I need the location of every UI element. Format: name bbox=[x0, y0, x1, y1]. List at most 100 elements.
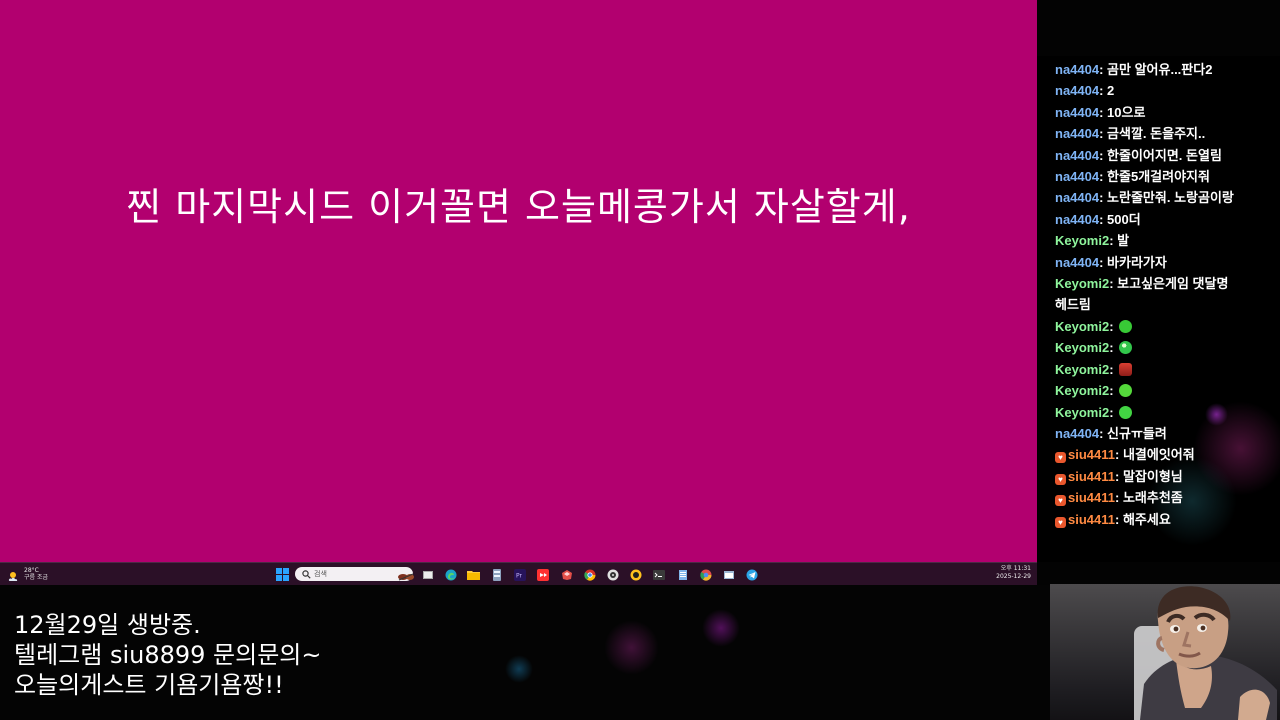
chat-username[interactable]: na4404 bbox=[1055, 105, 1099, 120]
green-emoji-icon bbox=[1119, 319, 1133, 333]
webcam-feed bbox=[1050, 584, 1280, 720]
window-icon[interactable] bbox=[720, 566, 737, 583]
chat-username[interactable]: na4404 bbox=[1055, 126, 1099, 141]
chat-username[interactable]: na4404 bbox=[1055, 190, 1099, 205]
chat-message: na4404: 2 bbox=[1055, 83, 1115, 99]
chat-username[interactable]: Keyomi2 bbox=[1055, 319, 1109, 334]
chat-username[interactable]: siu4411 bbox=[1068, 469, 1115, 484]
chat-message: ♥ siu4411: 해주세요 bbox=[1055, 509, 1263, 530]
chat-message: Keyomi2: bbox=[1055, 316, 1263, 337]
widgets-icon[interactable] bbox=[419, 566, 436, 583]
chat-username[interactable]: na4404 bbox=[1055, 426, 1099, 441]
taskbar-search-input[interactable]: 검색 bbox=[295, 567, 414, 581]
chat-message: na4404: 금색깔. 돈을주지.. bbox=[1055, 126, 1206, 142]
chat-message-list: na4404: 곰만 알어유...판다2 na4404: 2 na4404: 1… bbox=[1055, 59, 1263, 530]
chat-message: ♥ siu4411: 내결에잇어줘 bbox=[1055, 444, 1263, 465]
browser-icon[interactable] bbox=[697, 566, 714, 583]
weather-cloud-sun-icon bbox=[8, 568, 20, 581]
live-chat: na4404: 곰만 알어유...판다2 na4404: 2 na4404: 1… bbox=[1037, 56, 1280, 562]
chat-username[interactable]: na4404 bbox=[1055, 83, 1099, 98]
svg-text:Pr: Pr bbox=[516, 572, 523, 579]
chat-text: 10으로 bbox=[1107, 104, 1146, 120]
green-smile-emoji-icon bbox=[1119, 384, 1133, 398]
caption-line-date: 12월29일 생방중. bbox=[14, 611, 201, 639]
chat-message: ♥ siu4411: 말잡이형님 bbox=[1055, 466, 1263, 487]
app-icon[interactable] bbox=[627, 566, 644, 583]
chrome-icon[interactable] bbox=[581, 566, 598, 583]
chat-text: 한줄이어지면. 돈열림 bbox=[1107, 147, 1222, 163]
subscriber-badge-icon: ♥ bbox=[1055, 452, 1066, 464]
chat-text: 곰만 알어유...판다2 bbox=[1107, 62, 1213, 77]
chat-text: 해주세요 bbox=[1122, 511, 1171, 527]
chat-username[interactable]: Keyomi2 bbox=[1055, 276, 1109, 291]
chat-username[interactable]: siu4411 bbox=[1068, 490, 1115, 505]
chat-message: Keyomi2: 발 bbox=[1055, 233, 1130, 249]
chat-username[interactable]: siu4411 bbox=[1068, 512, 1115, 527]
search-icon bbox=[302, 570, 311, 579]
chat-message: Keyomi2: bbox=[1055, 337, 1263, 358]
game-icon[interactable] bbox=[558, 566, 575, 583]
weather-widget[interactable]: 28°C 구름 조금 bbox=[8, 566, 48, 582]
chat-message: na4404: 바카라가자 bbox=[1055, 254, 1167, 270]
app-icon[interactable] bbox=[488, 566, 505, 583]
chat-username[interactable]: Keyomi2 bbox=[1055, 362, 1109, 377]
chat-text: 노래추천좀 bbox=[1122, 490, 1183, 506]
chat-username[interactable]: na4404 bbox=[1055, 169, 1099, 184]
green-grin-emoji-icon bbox=[1119, 405, 1133, 419]
bokeh-light bbox=[702, 609, 740, 647]
chat-message: na4404: 한줄5개걸려야지줘 bbox=[1055, 169, 1210, 185]
chat-username[interactable]: na4404 bbox=[1055, 148, 1099, 163]
stream-layout: 찐 마지막시드 이거꼴면 오늘메콩가서 자살할게, 28°C 구름 조금 검색 … bbox=[0, 0, 1280, 720]
subscriber-badge-icon: ♥ bbox=[1055, 495, 1066, 507]
search-placeholder: 검색 bbox=[314, 570, 327, 578]
chat-message: na4404: 신규ㅠ들려 bbox=[1055, 425, 1167, 441]
chat-username[interactable]: na4404 bbox=[1055, 212, 1099, 227]
chat-message: Keyomi2: bbox=[1055, 359, 1263, 380]
bokeh-light bbox=[604, 620, 659, 675]
chat-message: na4404: 한줄이어지면. 돈열림 bbox=[1055, 147, 1222, 163]
premiere-icon[interactable]: Pr bbox=[511, 566, 528, 583]
chat-message: na4404: 500더 bbox=[1055, 211, 1141, 227]
chat-username[interactable]: na4404 bbox=[1055, 62, 1099, 77]
notes-icon[interactable] bbox=[674, 566, 691, 583]
streamer-avatar bbox=[1140, 586, 1277, 720]
chat-message: na4404: 10으로 bbox=[1055, 104, 1146, 120]
chat-username[interactable]: Keyomi2 bbox=[1055, 405, 1109, 420]
telegram-icon[interactable] bbox=[743, 566, 760, 583]
chat-text: 바카라가자 bbox=[1107, 254, 1167, 270]
weather-temperature: 28°C bbox=[24, 567, 39, 574]
weather-text: 28°C 구름 조금 bbox=[24, 567, 48, 581]
windows-taskbar: 28°C 구름 조금 검색 Pr 오후 11:31 2025-12-29 bbox=[0, 562, 1037, 585]
file-explorer-icon[interactable] bbox=[465, 566, 482, 583]
media-icon[interactable] bbox=[604, 566, 621, 583]
terminal-icon[interactable] bbox=[650, 566, 667, 583]
edge-icon[interactable] bbox=[442, 566, 459, 583]
streaming-app-icon[interactable] bbox=[534, 566, 551, 583]
chat-username[interactable]: Keyomi2 bbox=[1055, 340, 1109, 355]
caption-line-contact: 텔레그램 siu8899 문의문의~ bbox=[14, 641, 322, 669]
screen-message: 찐 마지막시드 이거꼴면 오늘메콩가서 자살할게, bbox=[126, 185, 911, 229]
clock-date: 2025-12-29 bbox=[996, 573, 1031, 580]
windows-start-icon[interactable] bbox=[274, 566, 291, 583]
search-highlight-icon bbox=[388, 569, 414, 581]
chat-text: 2 bbox=[1107, 83, 1115, 99]
red-angry-emoji-icon bbox=[1119, 362, 1133, 376]
chat-username[interactable]: siu4411 bbox=[1068, 447, 1115, 462]
chat-text: 말잡이형님 bbox=[1122, 468, 1183, 484]
system-clock[interactable]: 오후 11:31 2025-12-29 bbox=[996, 565, 1031, 581]
chat-text: 신규ㅠ들려 bbox=[1107, 425, 1167, 441]
chat-message: Keyomi2: 보고싶은게임 댓달명 헤드림 bbox=[1055, 276, 1229, 313]
chat-username[interactable]: Keyomi2 bbox=[1055, 233, 1109, 248]
chat-text: 내결에잇어줘 bbox=[1122, 447, 1195, 463]
chat-text: 발 bbox=[1117, 233, 1130, 249]
chat-text: 한줄5개걸려야지줘 bbox=[1107, 169, 1210, 185]
bokeh-light bbox=[505, 655, 533, 683]
chat-username[interactable]: na4404 bbox=[1055, 255, 1099, 270]
stream-caption: 12월29일 생방중. 텔레그램 siu8899 문의문의~ 오늘의게스트 기욤… bbox=[14, 610, 321, 700]
caption-line-guest: 오늘의게스트 기욤기욤짱!! bbox=[14, 671, 284, 699]
chat-message: na4404: 곰만 알어유...판다2 bbox=[1055, 62, 1213, 77]
chat-username[interactable]: Keyomi2 bbox=[1055, 383, 1109, 398]
chat-message: Keyomi2: bbox=[1055, 380, 1263, 401]
subscriber-badge-icon: ♥ bbox=[1055, 516, 1066, 528]
desktop-screen: 찐 마지막시드 이거꼴면 오늘메콩가서 자살할게, bbox=[0, 0, 1037, 562]
